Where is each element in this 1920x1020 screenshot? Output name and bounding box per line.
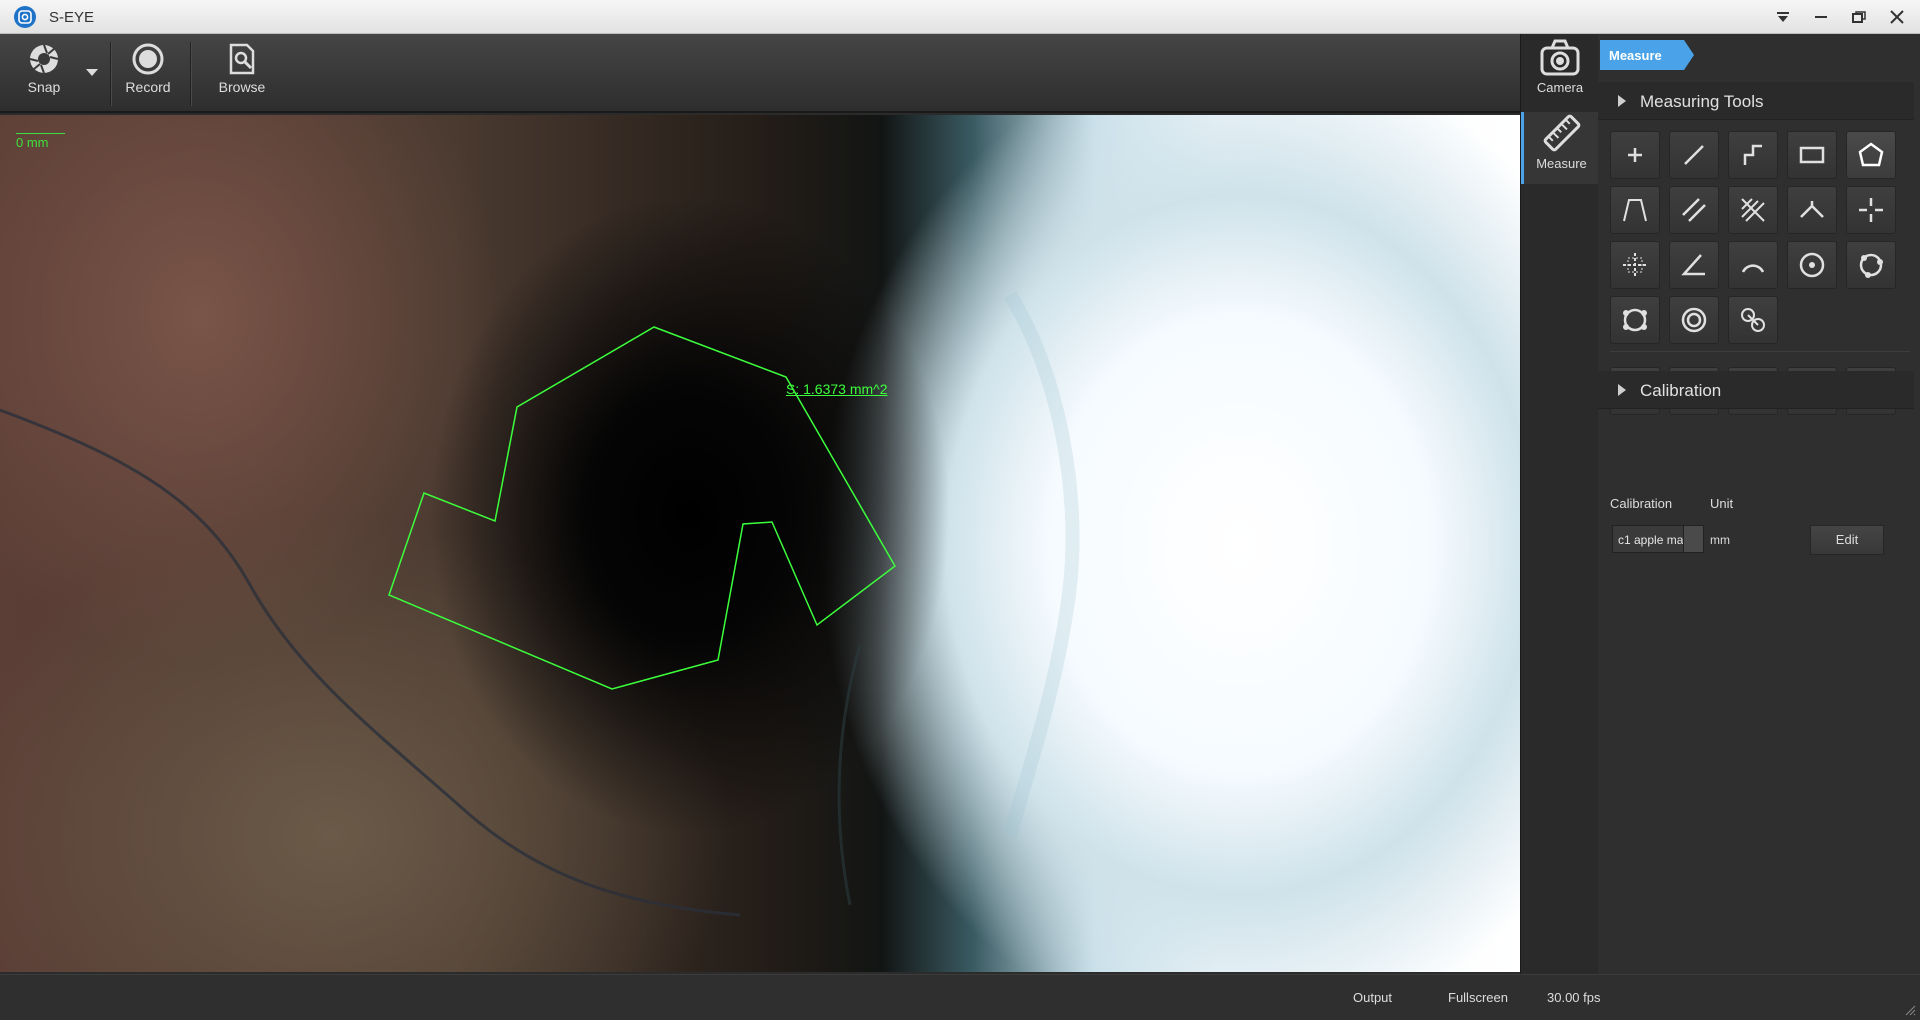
panel-header-label: Measure: [1609, 48, 1662, 63]
chevron-down-icon: [86, 69, 98, 76]
angle-tool[interactable]: [1669, 241, 1719, 289]
calibration-title: Calibration: [1640, 381, 1722, 400]
snap-options-dropdown[interactable]: [84, 64, 100, 80]
snap-button[interactable]: Snap: [4, 42, 84, 106]
circle-center-icon: [1799, 252, 1825, 278]
close-button[interactable]: [1878, 0, 1916, 34]
polygon-icon: [1858, 142, 1884, 167]
scale-bar-label: 0 mm: [16, 133, 65, 150]
camera-icon: [1540, 39, 1580, 76]
crosshair-tool[interactable]: [1846, 186, 1896, 234]
two-point-angle-icon: [1623, 199, 1647, 222]
concentric-circles-icon: [1681, 307, 1707, 333]
grid-point-icon: [1623, 253, 1647, 277]
title-bar: S-EYE: [0, 0, 1920, 34]
measuring-tools-title: Measuring Tools: [1640, 92, 1764, 111]
concentric-circles-tool[interactable]: [1669, 296, 1719, 344]
record-icon: [132, 43, 164, 75]
calibration-select[interactable]: c1 apple magn: [1612, 525, 1704, 553]
fps-readout: 30.00 fps: [1547, 990, 1601, 1005]
snap-label: Snap: [27, 79, 61, 95]
record-button[interactable]: Record: [108, 42, 188, 106]
point-tool[interactable]: [1610, 131, 1660, 179]
close-icon: [1890, 10, 1904, 24]
output-button[interactable]: Output: [1353, 990, 1392, 1005]
restore-button[interactable]: [1840, 0, 1878, 34]
ruler-icon: [1543, 114, 1580, 152]
menu-dropdown-button[interactable]: [1764, 0, 1802, 34]
polygon-tool[interactable]: [1846, 131, 1896, 179]
camera-viewport[interactable]: 0 mm S: 1.6373 mm^2: [0, 115, 1520, 972]
browse-label: Browse: [218, 79, 266, 95]
rectangle-tool[interactable]: [1787, 131, 1837, 179]
circle-center-tool[interactable]: [1787, 241, 1837, 289]
parallel-lines-tool[interactable]: [1669, 186, 1719, 234]
circle-multi-point-tool[interactable]: [1610, 296, 1660, 344]
tab-measure[interactable]: Measure: [1521, 112, 1599, 184]
polygon-measurement: [388, 326, 896, 690]
unit-value: mm: [1710, 533, 1730, 547]
calibration-select-value: c1 apple magn: [1618, 533, 1688, 547]
polyline-tool[interactable]: [1728, 131, 1778, 179]
record-label: Record: [125, 79, 171, 95]
perpendicular-icon: [1800, 201, 1824, 218]
tab-camera[interactable]: Camera: [1521, 36, 1599, 108]
polyline-icon: [1743, 144, 1762, 165]
line-icon: [1684, 145, 1704, 165]
dropdown-icon: [1777, 12, 1789, 22]
rectangle-icon: [1799, 146, 1825, 164]
circle-three-point-icon: [1859, 253, 1883, 278]
window-title: S-EYE: [49, 9, 95, 26]
arc-icon: [1741, 264, 1765, 273]
browse-button[interactable]: Browse: [202, 42, 282, 106]
line-tool[interactable]: [1669, 131, 1719, 179]
app-logo-icon: [14, 6, 36, 28]
fullscreen-button[interactable]: Fullscreen: [1448, 990, 1508, 1005]
minimize-button[interactable]: [1802, 0, 1840, 34]
browse-icon: [229, 43, 255, 75]
chevron-down-icon[interactable]: [1683, 526, 1703, 552]
two-circles-distance-icon: [1741, 308, 1765, 332]
circle-multi-point-icon: [1623, 308, 1647, 332]
two-point-angle-tool[interactable]: [1610, 186, 1660, 234]
minimize-icon: [1815, 16, 1827, 18]
status-bar: Output Fullscreen 30.00 fps: [0, 974, 1920, 1020]
unit-label: Unit: [1710, 496, 1734, 511]
measurement-label[interactable]: S: 1.6373 mm^2: [786, 381, 888, 397]
resize-grip-icon[interactable]: [1904, 1004, 1916, 1016]
aperture-icon: [29, 44, 59, 74]
arc-tool[interactable]: [1728, 241, 1778, 289]
calibration-label: Calibration: [1610, 496, 1673, 511]
grid-point-tool[interactable]: [1610, 241, 1660, 289]
restore-icon: [1852, 11, 1866, 23]
multi-parallel-tool[interactable]: [1728, 186, 1778, 234]
main-toolbar: Snap Record Browse: [0, 34, 1520, 113]
calibration-section-header[interactable]: Calibration: [1598, 371, 1914, 409]
point-icon: [1628, 148, 1642, 162]
edit-calibration-button[interactable]: Edit: [1810, 525, 1884, 555]
expand-triangle-icon: [1618, 95, 1626, 107]
parallel-lines-icon: [1682, 198, 1706, 222]
multi-parallel-icon: [1741, 198, 1765, 222]
circle-three-point-tool[interactable]: [1846, 241, 1896, 289]
measure-panel: Measure Measuring Tools Calibration Cali…: [1598, 34, 1920, 974]
measuring-tools-section-header[interactable]: Measuring Tools: [1598, 82, 1914, 120]
crosshair-icon: [1859, 198, 1883, 222]
panel-header: Measure: [1600, 40, 1694, 70]
microscope-image: 0 mm S: 1.6373 mm^2: [0, 115, 1520, 972]
expand-triangle-icon: [1618, 384, 1626, 396]
perpendicular-tool[interactable]: [1787, 186, 1837, 234]
tab-measure-label: Measure: [1536, 156, 1587, 171]
side-tab-bar: Camera Measure: [1520, 34, 1599, 974]
tab-camera-label: Camera: [1536, 80, 1584, 95]
tools-divider: [1610, 351, 1910, 352]
angle-icon: [1681, 254, 1705, 276]
two-circles-distance-tool[interactable]: [1728, 296, 1778, 344]
